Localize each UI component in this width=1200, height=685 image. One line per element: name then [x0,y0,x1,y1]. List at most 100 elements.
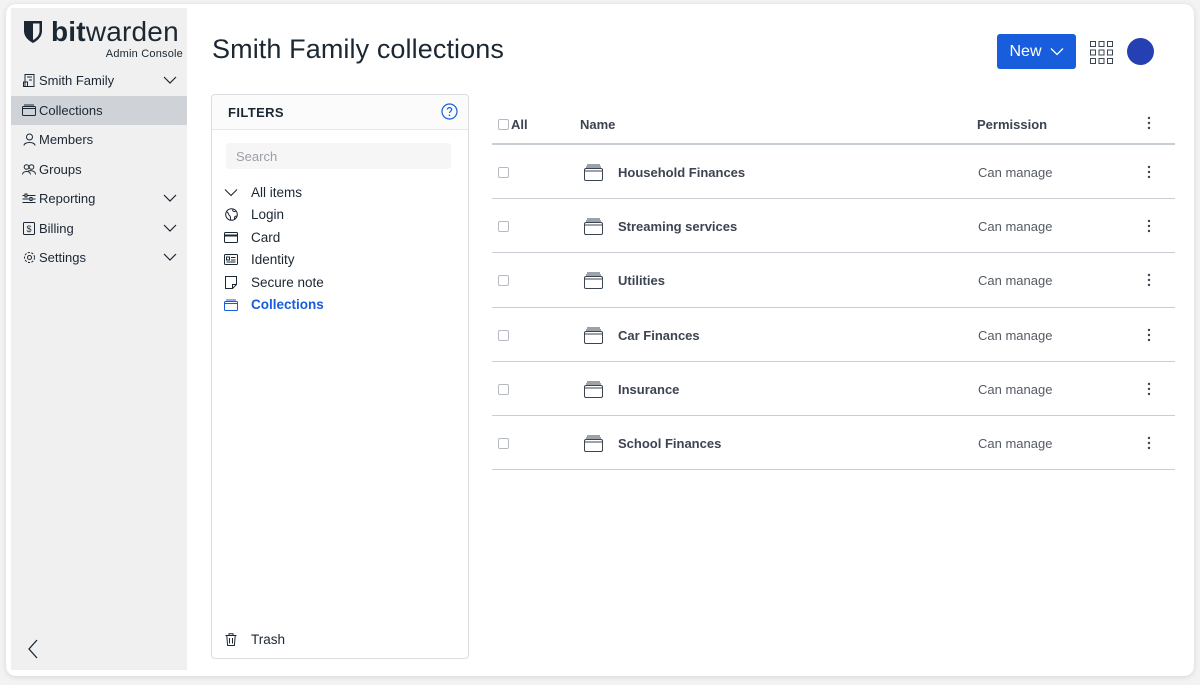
more-options-icon[interactable] [1143,435,1155,451]
more-options-icon[interactable] [1143,381,1155,397]
sidebar-item-settings[interactable]: Settings [11,243,187,273]
chevron-down-icon[interactable] [163,75,177,85]
select-all-label: All [511,117,528,132]
table-header: All Name Permission [492,100,1175,145]
product-switcher-icon[interactable] [1090,41,1113,64]
collections-table: All Name Permission Household Finances C… [492,100,1175,471]
sidebar-item-label: Groups [39,161,82,177]
sidebar-item-organization[interactable]: Smith Family [11,66,187,96]
collapse-sidebar-icon[interactable] [25,638,41,660]
filter-trash[interactable]: Trash [224,628,285,650]
note-icon [224,275,238,289]
filter-login[interactable]: Login [224,204,454,227]
column-header-permission: Permission [977,117,1048,132]
sidebar-item-label: Smith Family [39,73,115,89]
chevron-down-icon[interactable] [163,252,177,262]
table-row[interactable]: Streaming services Can manage [492,199,1175,254]
sidebar-item-collections[interactable]: Collections [11,95,187,125]
filter-label: Identity [251,252,295,268]
filter-label: Card [251,229,281,245]
collection-name[interactable]: Insurance [618,382,679,397]
svg-text:$: $ [26,224,31,234]
new-button[interactable]: New [997,34,1076,69]
row-checkbox[interactable] [498,329,509,341]
collections-icon [584,381,603,398]
globe-icon [224,208,238,222]
chevron-down-icon [1050,48,1063,56]
table-row[interactable]: School Finances Can manage [492,416,1175,471]
collection-name[interactable]: School Finances [618,436,721,451]
chevron-down-icon[interactable] [224,185,238,199]
users-icon [22,162,36,176]
select-all-checkbox[interactable] [498,119,509,130]
column-header-name[interactable]: Name [580,117,615,132]
select-all[interactable]: All [498,117,528,132]
collections-icon [584,435,603,452]
sidebar: bitwarden Admin Console Smith Family Col… [11,8,187,670]
billing-icon: $ [22,221,36,235]
collections-icon [224,298,238,312]
collections-icon [22,103,36,117]
row-checkbox[interactable] [498,437,509,449]
collections-icon [584,272,603,290]
logo-wordmark: bitwarden [51,16,179,47]
collection-name[interactable]: Utilities [618,273,665,288]
avatar[interactable] [1127,38,1154,65]
trash-label: Trash [251,631,286,647]
sidebar-item-members[interactable]: Members [11,125,187,155]
more-options-icon[interactable] [1143,115,1155,131]
more-options-icon[interactable] [1143,272,1155,288]
collection-permission: Can manage [978,327,1053,343]
filter-list: All items Login Card Identity Secure not… [224,181,454,316]
filters-header: FILTERS [212,95,468,130]
row-checkbox[interactable] [498,221,509,233]
more-options-icon[interactable] [1143,327,1155,343]
sidebar-item-reporting[interactable]: Reporting [11,184,187,214]
chevron-down-icon[interactable] [163,193,177,203]
more-options-icon[interactable] [1143,164,1155,180]
row-checkbox[interactable] [498,167,509,178]
filters-title: FILTERS [228,104,284,120]
trash-icon [224,632,238,646]
collection-name[interactable]: Car Finances [618,328,700,343]
chevron-down-icon[interactable] [163,223,177,233]
collection-name[interactable]: Household Finances [618,165,745,180]
collection-name[interactable]: Streaming services [618,219,737,234]
sidebar-item-label: Members [39,132,94,148]
organization-icon [22,74,36,88]
question-circle-icon[interactable] [441,103,458,120]
credit-card-icon [224,230,238,244]
collection-permission: Can manage [978,381,1053,397]
filters-panel: FILTERS All items Login Card Identity [211,94,469,659]
more-options-icon[interactable] [1143,218,1155,234]
filter-secure-note[interactable]: Secure note [224,271,454,294]
user-icon [22,133,36,147]
filter-all-items[interactable]: All items [224,181,454,204]
collections-icon [584,218,603,236]
collections-icon [584,164,603,181]
sidebar-item-label: Billing [39,220,74,236]
row-checkbox[interactable] [498,275,509,287]
app-window: bitwarden Admin Console Smith Family Col… [6,4,1194,676]
table-row[interactable]: Utilities Can manage [492,253,1175,308]
table-row[interactable]: Household Finances Can manage [492,145,1175,200]
bitwarden-logo[interactable]: bitwarden Admin Console [23,16,183,60]
filter-label: Login [251,207,285,223]
collection-permission: Can manage [978,219,1053,235]
filter-identity[interactable]: Identity [224,249,454,272]
sidebar-item-label: Settings [39,250,86,266]
search-input[interactable] [226,143,451,169]
filter-label: All items [251,184,303,200]
sidebar-item-groups[interactable]: Groups [11,155,187,185]
filter-collections[interactable]: Collections [224,294,454,317]
sidebar-item-label: Reporting [39,191,96,207]
sidebar-item-label: Collections [39,102,103,118]
row-checkbox[interactable] [498,383,509,395]
table-row[interactable]: Insurance Can manage [492,362,1175,416]
gear-icon [22,251,36,265]
sliders-icon [22,192,36,206]
filter-card[interactable]: Card [224,226,454,249]
filter-label: Collections [251,297,324,313]
sidebar-item-billing[interactable]: $ Billing [11,214,187,244]
table-row[interactable]: Car Finances Can manage [492,308,1175,362]
